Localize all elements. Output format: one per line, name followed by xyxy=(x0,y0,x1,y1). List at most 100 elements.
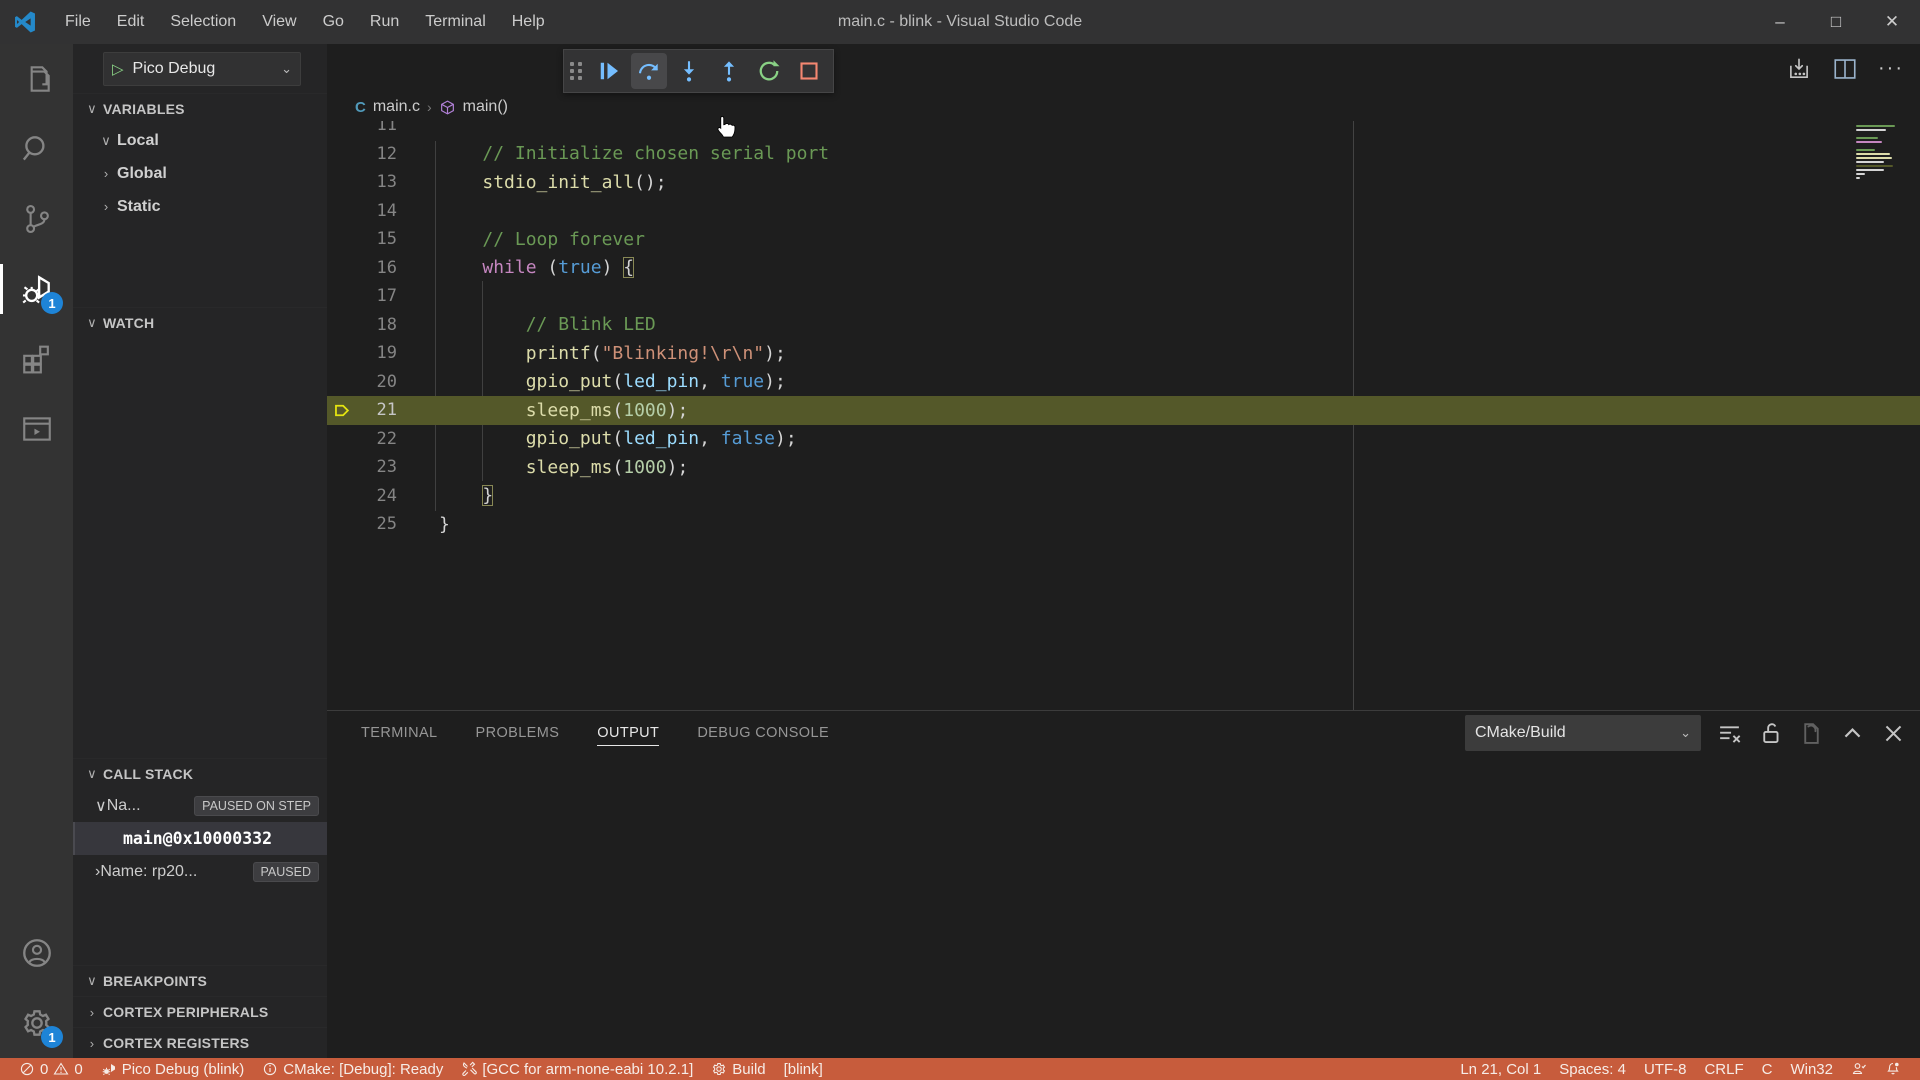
code-text: // Loop forever xyxy=(439,229,645,250)
menu-file[interactable]: File xyxy=(52,0,104,44)
statusbar-cursor-position[interactable]: Ln 21, Col 1 xyxy=(1451,1058,1550,1080)
activitybar-run-and-debug[interactable]: 1 xyxy=(0,254,73,324)
menu-edit[interactable]: Edit xyxy=(104,0,158,44)
maximize-button[interactable]: □ xyxy=(1808,0,1864,44)
debug-config-dropdown[interactable]: ▷ Pico Debug ⌄ xyxy=(103,52,301,86)
statusbar-eol[interactable]: CRLF xyxy=(1695,1058,1752,1080)
code-line[interactable]: 13 stdio_init_all(); xyxy=(327,168,1920,197)
minimap[interactable] xyxy=(1852,123,1910,195)
code-line[interactable]: 11 xyxy=(327,121,1920,140)
breadcrumb-symbol[interactable]: main() xyxy=(463,98,508,116)
cortex-peripherals-section-header[interactable]: ›CORTEX PERIPHERALS xyxy=(73,996,327,1027)
menu-run[interactable]: Run xyxy=(357,0,412,44)
token: ( xyxy=(537,257,559,278)
watch-section-header[interactable]: ∨WATCH xyxy=(73,307,327,338)
maximize-panel-icon[interactable] xyxy=(1840,721,1865,746)
statusbar-problems[interactable]: 00 xyxy=(10,1058,92,1080)
menu-view[interactable]: View xyxy=(249,0,309,44)
activitybar-pico-project[interactable] xyxy=(0,394,73,464)
code-line[interactable]: 17 xyxy=(327,282,1920,311)
step-into-icon xyxy=(677,59,701,83)
statusbar-cmake-status[interactable]: CMake: [Debug]: Ready xyxy=(253,1058,452,1080)
code-line[interactable]: 19 printf("Blinking!\r\n"); xyxy=(327,339,1920,368)
output-channel-dropdown[interactable]: CMake/Build ⌄ xyxy=(1465,715,1701,751)
split-editor-icon[interactable] xyxy=(1832,56,1858,82)
cortex-registers-section-header[interactable]: ›CORTEX REGISTERS xyxy=(73,1027,327,1058)
variables-section-header[interactable]: ∨VARIABLES xyxy=(73,93,327,124)
activitybar-settings[interactable]: 1 xyxy=(0,988,73,1058)
code-line[interactable]: 25} xyxy=(327,510,1920,539)
variables-scope-static[interactable]: ›Static xyxy=(73,190,327,223)
statusbar-notifications[interactable] xyxy=(1876,1058,1910,1080)
close-panel-icon[interactable] xyxy=(1881,721,1906,746)
clear-output-icon[interactable] xyxy=(1717,721,1742,746)
variables-scope-local[interactable]: ∨Local xyxy=(73,124,327,157)
code-line[interactable]: 14 xyxy=(327,197,1920,226)
start-debug-icon[interactable]: ▷ xyxy=(112,60,124,78)
line-number: 24 xyxy=(357,486,397,506)
step-out-button[interactable] xyxy=(711,53,747,89)
activitybar-source-control[interactable] xyxy=(0,184,73,254)
stack-frame[interactable]: main@0x10000332 xyxy=(73,822,327,855)
menu-help[interactable]: Help xyxy=(499,0,558,44)
code-line[interactable]: 24 } xyxy=(327,482,1920,511)
statusbar-language-mode[interactable]: C xyxy=(1753,1058,1782,1080)
statusbar-debug-session[interactable]: Pico Debug (blink) xyxy=(92,1058,254,1080)
activitybar-extensions[interactable] xyxy=(0,324,73,394)
more-actions-icon[interactable]: ··· xyxy=(1878,57,1904,80)
step-into-button[interactable] xyxy=(671,53,707,89)
code-text: } xyxy=(439,485,493,506)
activitybar-account[interactable] xyxy=(0,918,73,988)
statusbar-platform[interactable]: Win32 xyxy=(1781,1058,1842,1080)
breakpoints-section-header[interactable]: ∨BREAKPOINTS xyxy=(73,965,327,996)
panel-tab-debug-console[interactable]: DEBUG CONSOLE xyxy=(697,711,829,755)
code-line[interactable]: 21 sleep_ms(1000); xyxy=(327,396,1920,425)
panel-content[interactable] xyxy=(327,755,1920,1058)
code-line[interactable]: 22 gpio_put(led_pin, false); xyxy=(327,425,1920,454)
statusbar-cmake-kit[interactable]: [GCC for arm-none-eabi 10.2.1] xyxy=(452,1058,702,1080)
token xyxy=(439,428,526,449)
unlock-icon[interactable] xyxy=(1758,721,1783,746)
continue-button[interactable] xyxy=(591,53,627,89)
stop-button[interactable] xyxy=(791,53,827,89)
token: , xyxy=(699,371,721,392)
call-stack-thread[interactable]: ∨Na...PAUSED ON STEP xyxy=(73,789,327,822)
activitybar-explorer[interactable] xyxy=(0,44,73,114)
activitybar-search[interactable] xyxy=(0,114,73,184)
panel-actions: CMake/Build ⌄ xyxy=(1465,715,1906,751)
variables-scope-global[interactable]: ›Global xyxy=(73,157,327,190)
toolbar-grip-handle[interactable] xyxy=(570,62,583,80)
panel-tab-terminal[interactable]: TERMINAL xyxy=(361,711,438,755)
stop-icon xyxy=(797,59,821,83)
code-line[interactable]: 12 // Initialize chosen serial port xyxy=(327,140,1920,169)
panel-header: TERMINAL PROBLEMS OUTPUT DEBUG CONSOLE CMak… xyxy=(327,711,1920,755)
code-line[interactable]: 20 gpio_put(led_pin, true); xyxy=(327,368,1920,397)
step-over-button[interactable] xyxy=(631,53,667,89)
statusbar-cmake-build[interactable]: Build xyxy=(702,1058,774,1080)
code-line[interactable]: 23 sleep_ms(1000); xyxy=(327,453,1920,482)
section-title: CORTEX PERIPHERALS xyxy=(103,1004,268,1020)
code-line[interactable]: 18 // Blink LED xyxy=(327,311,1920,340)
auto-scroll-icon[interactable] xyxy=(1799,721,1824,746)
call-stack-thread[interactable]: ›Name: rp20...PAUSED xyxy=(73,855,327,888)
code-line[interactable]: 15 // Loop forever xyxy=(327,225,1920,254)
menu-go[interactable]: Go xyxy=(310,0,357,44)
call-stack-section-header[interactable]: ∨CALL STACK xyxy=(73,758,327,789)
thread-status-badge: PAUSED ON STEP xyxy=(194,796,319,816)
menu-selection[interactable]: Selection xyxy=(157,0,249,44)
flash-deploy-icon[interactable] xyxy=(1786,56,1812,82)
menu-terminal[interactable]: Terminal xyxy=(412,0,498,44)
code-line[interactable]: 16 while (true) { xyxy=(327,254,1920,283)
breadcrumb-file[interactable]: main.c xyxy=(373,98,420,116)
statusbar-encoding[interactable]: UTF-8 xyxy=(1635,1058,1696,1080)
panel-tab-problems[interactable]: PROBLEMS xyxy=(476,711,560,755)
restart-button[interactable] xyxy=(751,53,787,89)
panel-tab-output[interactable]: OUTPUT xyxy=(597,711,659,755)
close-button[interactable]: ✕ xyxy=(1864,0,1920,44)
line-number: 16 xyxy=(357,258,397,278)
statusbar-feedback[interactable] xyxy=(1842,1058,1876,1080)
code-editor[interactable]: 1112 // Initialize chosen serial port13 … xyxy=(327,121,1920,710)
minimize-button[interactable]: – xyxy=(1752,0,1808,44)
statusbar-cmake-target[interactable]: [blink] xyxy=(775,1058,832,1080)
statusbar-indentation[interactable]: Spaces: 4 xyxy=(1550,1058,1635,1080)
